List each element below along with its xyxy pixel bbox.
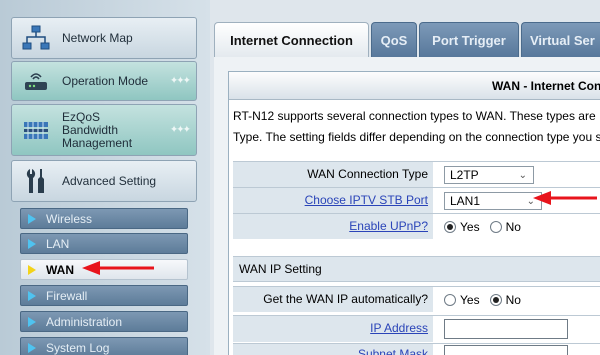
wan-connection-type-row: WAN Connection Type L2TP ⌄: [233, 161, 600, 187]
sidebar-item-label: Advanced Setting: [62, 173, 157, 188]
chevron-down-icon: ⌄: [518, 169, 527, 181]
triangle-right-icon: [28, 316, 36, 327]
tools-icon: [22, 167, 50, 195]
wan-ip-auto-no-radio[interactable]: [489, 293, 502, 306]
tab-qos[interactable]: QoS: [371, 22, 417, 58]
triangle-right-icon: [28, 238, 36, 249]
network-map-icon: [22, 24, 50, 52]
radio-label: No: [505, 292, 521, 307]
tab-virtual-server[interactable]: Virtual Ser: [521, 22, 600, 58]
radio-label: No: [505, 219, 521, 234]
bandwidth-icon: [22, 116, 50, 144]
sidebar-item-label: Administration: [46, 314, 123, 329]
tab-label: QoS: [380, 33, 408, 48]
sidebar: Network Map Operation Mode ✦✦✦ EzQoS Ban…: [0, 0, 210, 355]
radio-label: Yes: [460, 292, 480, 307]
tab-bar: Internet Connection QoS Port Trigger Vir…: [214, 22, 600, 58]
upnp-no-radio[interactable]: [489, 220, 502, 233]
tab-port-trigger[interactable]: Port Trigger: [419, 22, 519, 58]
sidebar-item-label: Wireless: [46, 211, 93, 226]
sidebar-item-lan[interactable]: LAN: [20, 233, 188, 254]
subnet-mask-label[interactable]: Subnet Mask: [233, 344, 433, 355]
upnp-label[interactable]: Enable UPnP?: [233, 214, 433, 239]
wan-ip-auto-yes-radio[interactable]: [444, 293, 456, 306]
select-value: L2TP: [450, 167, 479, 182]
subnet-mask-input[interactable]: [444, 345, 568, 355]
sparkle-icon: ✦✦✦: [169, 75, 191, 87]
sidebar-item-network-map[interactable]: Network Map: [11, 17, 197, 59]
sidebar-item-label: Operation Mode: [62, 73, 149, 88]
tab-label: Internet Connection: [230, 33, 353, 48]
triangle-right-icon: [28, 290, 36, 301]
iptv-port-select[interactable]: LAN1 ⌄: [444, 191, 542, 210]
description-line: RT-N12 supports several connection types…: [233, 109, 596, 123]
radio-label: Yes: [460, 219, 480, 234]
wan-ip-section-header: WAN IP Setting: [233, 256, 600, 282]
iptv-port-label[interactable]: Choose IPTV STB Port: [233, 188, 433, 213]
upnp-cell: Yes No: [436, 214, 600, 239]
tab-label: Port Trigger: [432, 33, 506, 48]
annotation-arrow-icon: [533, 191, 597, 205]
sidebar-item-administration[interactable]: Administration: [20, 311, 188, 332]
sparkle-icon: ✦✦✦: [169, 124, 191, 136]
sidebar-item-operation-mode[interactable]: Operation Mode ✦✦✦: [11, 61, 197, 101]
tab-label: Virtual Ser: [530, 33, 595, 48]
router-icon: [22, 67, 50, 95]
wan-connection-type-cell: L2TP ⌄: [436, 162, 600, 187]
subnet-mask-cell: [436, 344, 600, 355]
description-text: RT-N12 supports several connection types…: [233, 106, 600, 148]
sidebar-item-wireless[interactable]: Wireless: [20, 208, 188, 229]
ip-address-input[interactable]: [444, 319, 568, 339]
tab-internet-connection[interactable]: Internet Connection: [214, 22, 369, 58]
ip-address-cell: [436, 316, 600, 342]
page-title: WAN - Internet Con: [229, 72, 600, 100]
sidebar-item-label: Firewall: [46, 288, 88, 303]
ip-address-label[interactable]: IP Address: [233, 316, 433, 342]
subnet-mask-row: Subnet Mask: [233, 343, 600, 355]
triangle-right-icon: [28, 213, 36, 224]
sidebar-item-label: System Log: [46, 340, 110, 355]
annotation-arrow-icon: [82, 261, 154, 275]
sidebar-item-label: Network Map: [62, 30, 133, 45]
description-line: Type. The setting fields differ dependin…: [233, 130, 600, 144]
sidebar-item-label: EzQoS Bandwidth Management: [62, 109, 133, 150]
sidebar-item-ezqos[interactable]: EzQoS Bandwidth Management ✦✦✦: [11, 104, 197, 156]
upnp-row: Enable UPnP? Yes No: [233, 213, 600, 239]
triangle-right-icon: [28, 264, 36, 275]
wan-ip-auto-cell: Yes No: [436, 287, 600, 312]
wan-connection-type-select[interactable]: L2TP ⌄: [444, 165, 534, 184]
sidebar-item-label: WAN: [46, 262, 74, 277]
sidebar-item-label: LAN: [46, 236, 70, 251]
sidebar-item-firewall[interactable]: Firewall: [20, 285, 188, 306]
wan-ip-auto-label: Get the WAN IP automatically?: [233, 287, 433, 312]
upnp-yes-radio[interactable]: [444, 220, 456, 233]
wan-ip-auto-row: Get the WAN IP automatically? Yes No: [233, 286, 600, 312]
triangle-right-icon: [28, 342, 36, 353]
wan-connection-type-label: WAN Connection Type: [233, 162, 433, 187]
sidebar-item-advanced-setting[interactable]: Advanced Setting: [11, 160, 197, 202]
select-value: LAN1: [450, 193, 481, 208]
sidebar-item-system-log[interactable]: System Log: [20, 337, 188, 355]
ip-address-row: IP Address: [233, 315, 600, 342]
wan-settings-panel: WAN - Internet Con RT-N12 supports sever…: [228, 71, 600, 355]
